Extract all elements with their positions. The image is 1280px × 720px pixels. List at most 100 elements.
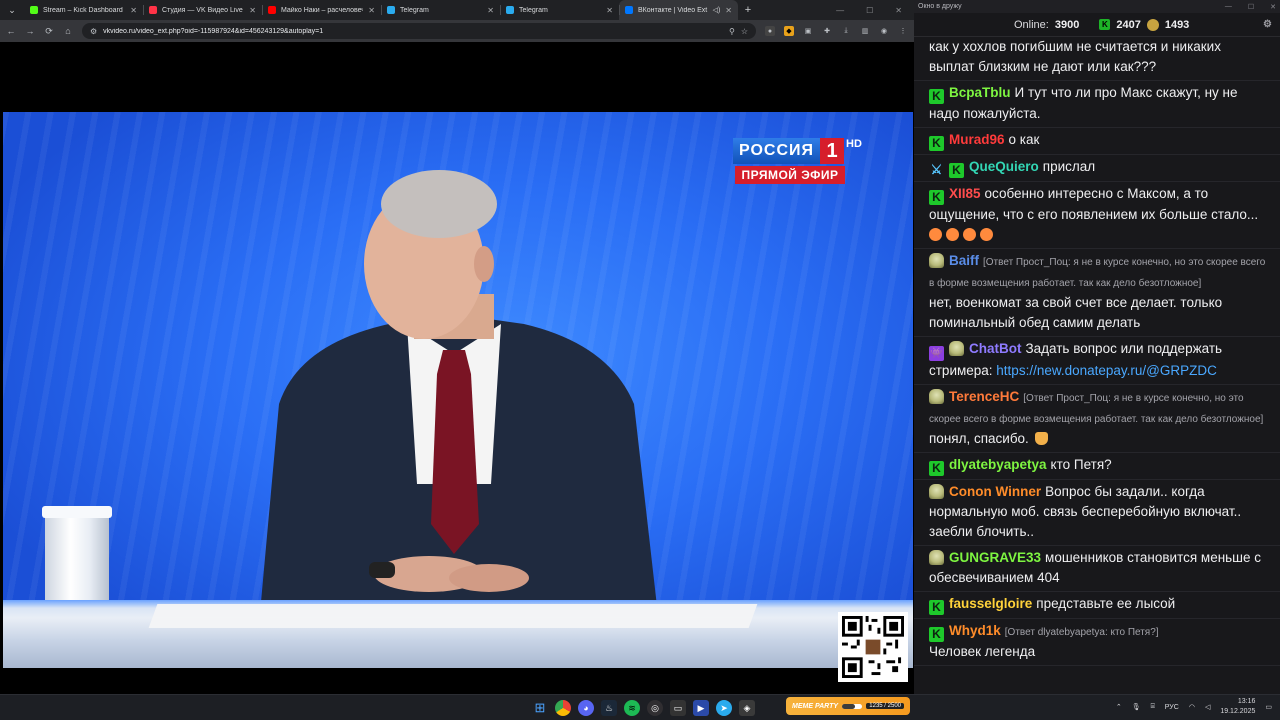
minimize-icon[interactable]: — <box>1225 3 1232 11</box>
browser-tab[interactable]: Stream – Kick Dashboard ✕ <box>24 0 143 20</box>
skull-badge-icon <box>929 389 944 404</box>
chat-username[interactable]: XII85 <box>949 186 981 201</box>
channel-number: 1 <box>820 138 845 164</box>
chrome-icon[interactable] <box>555 700 571 716</box>
notification-icon[interactable]: ▭ <box>1265 703 1272 711</box>
sword-badge-icon: ⚔ <box>930 162 943 177</box>
obs-icon[interactable]: ◎ <box>647 700 663 716</box>
chat-message: как у хохлов погибшим не считается и ник… <box>914 37 1280 81</box>
tab-search-icon[interactable]: ⌄ <box>0 0 24 20</box>
menu-icon[interactable]: ⋮ <box>898 26 908 36</box>
system-tray: ⌃ 🎙︎ ⌸ РУС ◠ ◁ 13:16 19.12.2025 ▭ <box>1116 697 1272 717</box>
tray-overflow-icon[interactable]: ⌃ <box>1116 703 1122 711</box>
chat-message: Kfausselgloire представьте ее лысой <box>914 592 1280 619</box>
extension-icon[interactable]: ◆ <box>784 26 794 36</box>
window-controls: — ☐ ✕ <box>836 0 914 20</box>
chat-username[interactable]: fausselgloire <box>949 596 1032 611</box>
chat-username[interactable]: dlyatebyapetya <box>949 457 1047 472</box>
discord-icon[interactable]: ◕ <box>578 700 594 716</box>
chat-message: Baiff [Ответ Прост_Поц: я не в курсе коне… <box>914 249 1280 337</box>
start-icon[interactable]: ⊞ <box>532 700 548 716</box>
reply-quote: [Ответ Прост_Поц: я не в курсе конечно, … <box>929 257 1266 289</box>
chat-username[interactable]: Murad96 <box>949 132 1005 147</box>
extension-icon[interactable]: ● <box>765 26 775 36</box>
chat-username[interactable]: ChatBot <box>969 341 1022 356</box>
address-url[interactable]: vkvideo.ru/video_ext.php?oid=-115987924&… <box>103 28 723 35</box>
spotify-icon[interactable]: ≋ <box>624 700 640 716</box>
app-icon[interactable]: ▭ <box>670 700 686 716</box>
telegram-icon[interactable]: ➤ <box>716 700 732 716</box>
download-icon[interactable]: ⤓ <box>841 26 851 36</box>
language-indicator[interactable]: РУС <box>1165 704 1179 711</box>
minimize-icon[interactable]: — <box>836 6 844 15</box>
meme-party-widget[interactable]: MEME PARTY 1235 / 2500 <box>786 697 910 715</box>
mic-icon[interactable]: 🎙︎ <box>1132 703 1141 711</box>
browser-tab[interactable]: Telegram ✕ <box>381 0 500 20</box>
chat-message: Conon Winner Вопрос бы задали.. когда нор… <box>914 480 1280 546</box>
video-player[interactable]: РОССИЯ 1 HD ПРЯМОЙ ЭФИР <box>3 112 913 668</box>
kick-badge-icon: K <box>949 163 964 178</box>
maximize-icon[interactable]: ☐ <box>1248 3 1254 11</box>
close-window-icon[interactable]: ✕ <box>1270 3 1276 11</box>
browser-tab[interactable]: Telegram ✕ <box>500 0 619 20</box>
volume-icon[interactable]: ◁ <box>1205 703 1210 711</box>
chat-username[interactable]: QueQuiero <box>969 159 1039 174</box>
zoom-icon[interactable]: ⚲ <box>729 27 735 36</box>
bookmark-star-icon[interactable]: ☆ <box>741 27 748 36</box>
chat-username[interactable]: GUNGRAVE33 <box>949 550 1041 565</box>
chat-username[interactable]: TerenceHC <box>949 389 1019 404</box>
close-window-icon[interactable]: ✕ <box>895 6 902 15</box>
maximize-icon[interactable]: ☐ <box>866 6 873 15</box>
close-tab-icon[interactable]: ✕ <box>487 6 494 15</box>
extension-icon[interactable]: ▣ <box>803 26 813 36</box>
chat-username[interactable]: Conon Winner <box>949 484 1041 499</box>
chat-text: Человек легенда <box>929 644 1036 659</box>
browser-tab[interactable]: Майко Наки – расчеловечивание ✕ <box>262 0 381 20</box>
laughing-emoji-icon <box>963 228 976 241</box>
tab-label: Stream – Kick Dashboard <box>43 6 123 14</box>
network-icon[interactable]: ⌸ <box>1151 703 1155 711</box>
coin-icon <box>1146 18 1159 31</box>
settings-gear-icon[interactable]: ⚙ <box>1263 19 1272 30</box>
coin-count: 1493 <box>1164 18 1190 31</box>
browser-tab[interactable]: ВКонтакте | Video Ext ◁) ✕ <box>619 0 738 20</box>
close-tab-icon[interactable]: ✕ <box>606 6 613 15</box>
app-icon[interactable]: ◈ <box>739 700 755 716</box>
wifi-icon[interactable]: ◠ <box>1189 703 1195 711</box>
chat-username[interactable]: Baiff <box>949 253 979 268</box>
laughing-emoji-icon <box>946 228 959 241</box>
chat-username[interactable]: BcpaTblu <box>949 85 1011 100</box>
browser-window: ⌄ Stream – Kick Dashboard ✕ Студия — VK Ви… <box>0 0 914 694</box>
chat-message: K Whyd1k [Ответ dlyatebyapetya: кто Петя?]… <box>914 619 1280 666</box>
browser-toolbar: ← → ⟳ ⌂ ⚙ vkvideo.ru/video_ext.php?oid=-… <box>0 20 914 42</box>
steam-icon[interactable]: ♨ <box>601 700 617 716</box>
clock[interactable]: 13:16 19.12.2025 <box>1220 697 1255 717</box>
sidebar-icon[interactable]: ▥ <box>860 26 870 36</box>
address-bar[interactable]: ⚙ vkvideo.ru/video_ext.php?oid=-11598792… <box>82 23 756 39</box>
browser-tab[interactable]: Студия — VK Видео Live ✕ <box>143 0 262 20</box>
new-tab-button[interactable]: + <box>738 0 758 20</box>
forward-icon[interactable]: → <box>25 26 35 36</box>
chat-text: как у хохлов погибшим не считается и ник… <box>929 39 1221 74</box>
home-icon[interactable]: ⌂ <box>63 26 73 36</box>
puzzle-icon[interactable]: ✚ <box>822 26 832 36</box>
tab-label: Telegram <box>400 6 429 14</box>
media-player-icon[interactable]: ▶ <box>693 700 709 716</box>
kick-badge-icon: K <box>929 89 944 104</box>
skull-badge-icon <box>929 253 944 268</box>
channel-logo: РОССИЯ 1 HD ПРЯМОЙ ЭФИР <box>733 138 862 184</box>
chat-message-list[interactable]: как у хохлов погибшим не считается и ник… <box>914 37 1280 694</box>
close-tab-icon[interactable]: ✕ <box>249 6 256 15</box>
audio-playing-icon[interactable]: ◁) <box>713 6 721 14</box>
site-info-icon[interactable]: ⚙ <box>90 27 97 36</box>
close-tab-icon[interactable]: ✕ <box>368 6 375 15</box>
reload-icon[interactable]: ⟳ <box>44 26 54 37</box>
profile-icon[interactable]: ◉ <box>879 26 889 36</box>
skull-badge-icon <box>929 484 944 499</box>
back-icon[interactable]: ← <box>6 26 16 36</box>
online-count: 3900 <box>1054 18 1080 31</box>
close-tab-icon[interactable]: ✕ <box>725 6 732 15</box>
close-tab-icon[interactable]: ✕ <box>130 6 137 15</box>
donate-link[interactable]: https://new.donatepay.ru/@GRPZDC <box>996 363 1217 378</box>
chat-username[interactable]: Whyd1k <box>949 623 1001 638</box>
